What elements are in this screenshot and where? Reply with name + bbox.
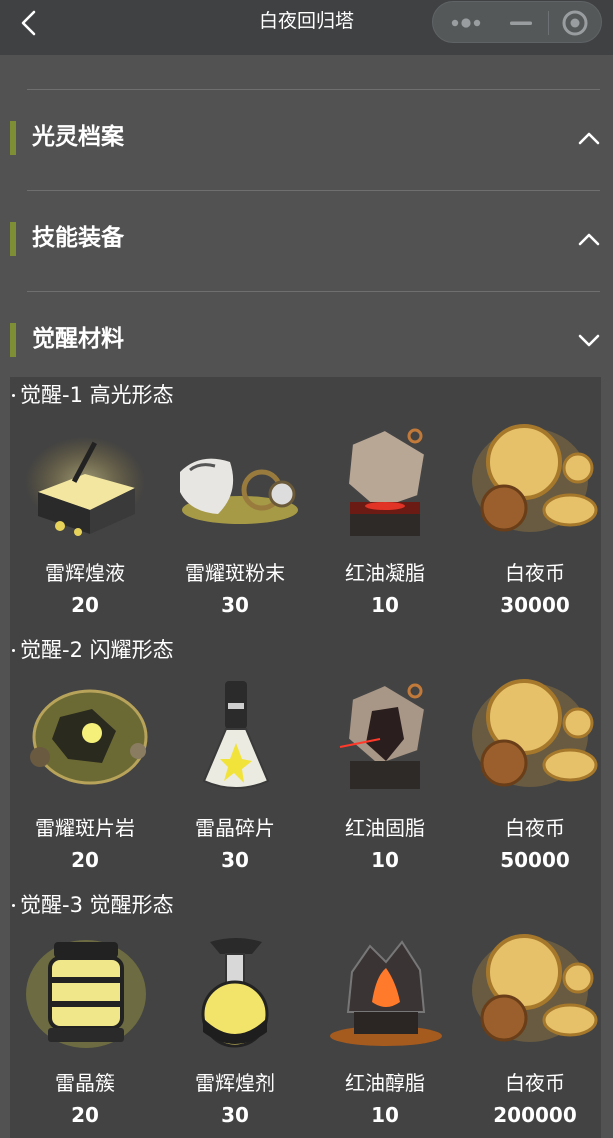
chevron-up-icon xyxy=(578,233,600,246)
bullet-dot xyxy=(12,394,15,397)
material-name: 雷耀斑粉末 xyxy=(185,561,285,585)
stage-title: 觉醒-3 觉醒形态 xyxy=(12,890,174,920)
mini-program-capsule xyxy=(432,1,602,43)
material-quantity: 20 xyxy=(71,1103,99,1127)
flare-rock-icon xyxy=(30,689,148,785)
section-divider xyxy=(27,190,600,191)
white-night-coins-icon xyxy=(472,424,598,532)
more-dots-icon xyxy=(451,18,481,28)
material-quantity: 30 xyxy=(221,593,249,617)
material-item[interactable]: 红油醇脂 10 xyxy=(310,932,460,1130)
material-name: 雷晶簇 xyxy=(55,1071,115,1095)
minimize-button[interactable] xyxy=(498,2,548,44)
powder-sack-icon xyxy=(180,458,298,524)
material-name: 白夜币 xyxy=(505,561,565,585)
section-accent-bar xyxy=(10,121,16,155)
close-button[interactable] xyxy=(549,2,603,44)
material-name: 雷耀斑片岩 xyxy=(35,816,135,840)
stage-title-text: 觉醒-1 高光形态 xyxy=(20,383,174,407)
stage-title-text: 觉醒-3 觉醒形态 xyxy=(20,893,174,917)
section-guangling-archive[interactable]: 光灵档案 xyxy=(0,107,613,167)
material-quantity: 200000 xyxy=(493,1103,577,1127)
material-quantity: 10 xyxy=(371,1103,399,1127)
awakening-materials-panel: 觉醒-1 高光形态 雷辉煌液 20 雷耀斑粉末 30 红油凝脂 10 白夜币 3… xyxy=(10,377,601,1138)
section-accent-bar xyxy=(10,323,16,357)
material-quantity: 10 xyxy=(371,593,399,617)
section-skill-equipment[interactable]: 技能装备 xyxy=(0,208,613,268)
material-item[interactable]: 白夜币 30000 xyxy=(460,422,610,620)
material-item[interactable]: 雷辉煌剂 30 xyxy=(160,932,310,1130)
red-oil-flame-icon xyxy=(330,940,442,1046)
material-item[interactable]: 雷耀斑片岩 20 xyxy=(10,677,160,875)
section-divider xyxy=(27,89,600,90)
white-night-coins-icon xyxy=(472,934,598,1042)
material-quantity: 30 xyxy=(221,1103,249,1127)
section-title: 技能装备 xyxy=(32,225,124,251)
material-item[interactable]: 白夜币 50000 xyxy=(460,677,610,875)
section-awakening-materials[interactable]: 觉醒材料 xyxy=(0,309,613,369)
section-accent-bar xyxy=(10,222,16,256)
material-quantity: 20 xyxy=(71,593,99,617)
target-circle-icon xyxy=(562,10,588,36)
material-name: 红油固脂 xyxy=(345,816,425,840)
material-name: 雷辉煌剂 xyxy=(195,1071,275,1095)
material-name: 红油凝脂 xyxy=(345,561,425,585)
stage-title-text: 觉醒-2 闪耀形态 xyxy=(20,638,174,662)
chevron-up-icon xyxy=(578,132,600,145)
material-quantity: 20 xyxy=(71,848,99,872)
section-title: 光灵档案 xyxy=(32,124,124,150)
bullet-dot xyxy=(12,649,15,652)
gold-liquid-block-icon xyxy=(25,437,145,536)
chevron-down-icon xyxy=(578,334,600,347)
top-navigation-bar: 白夜回归塔 xyxy=(0,0,613,55)
material-quantity: 30 xyxy=(221,848,249,872)
material-name: 红油醇脂 xyxy=(345,1071,425,1095)
material-name: 雷晶碎片 xyxy=(195,816,275,840)
red-oil-solid-icon xyxy=(339,683,427,789)
gold-potion-icon xyxy=(201,938,269,1048)
minus-icon xyxy=(510,21,532,25)
section-divider xyxy=(27,291,600,292)
material-item[interactable]: 雷辉煌液 20 xyxy=(10,422,160,620)
material-quantity: 50000 xyxy=(500,848,570,872)
crystal-lantern-icon xyxy=(26,940,146,1048)
red-oil-cube-icon xyxy=(346,428,427,536)
material-name: 白夜币 xyxy=(505,1071,565,1095)
material-name: 雷辉煌液 xyxy=(45,561,125,585)
section-title: 觉醒材料 xyxy=(32,326,124,352)
crystal-flask-icon xyxy=(202,681,270,789)
stage-title: 觉醒-2 闪耀形态 xyxy=(12,635,174,665)
material-name: 白夜币 xyxy=(505,816,565,840)
material-quantity: 30000 xyxy=(500,593,570,617)
material-quantity: 10 xyxy=(371,848,399,872)
white-night-coins-icon xyxy=(472,679,598,787)
material-item[interactable]: 雷耀斑粉末 30 xyxy=(160,422,310,620)
material-item[interactable]: 雷晶簇 20 xyxy=(10,932,160,1130)
material-item[interactable]: 白夜币 200000 xyxy=(460,932,610,1130)
material-item[interactable]: 红油凝脂 10 xyxy=(310,422,460,620)
material-item[interactable]: 雷晶碎片 30 xyxy=(160,677,310,875)
material-item[interactable]: 红油固脂 10 xyxy=(310,677,460,875)
bullet-dot xyxy=(12,904,15,907)
more-menu-button[interactable] xyxy=(433,2,498,44)
stage-title: 觉醒-1 高光形态 xyxy=(12,380,174,410)
